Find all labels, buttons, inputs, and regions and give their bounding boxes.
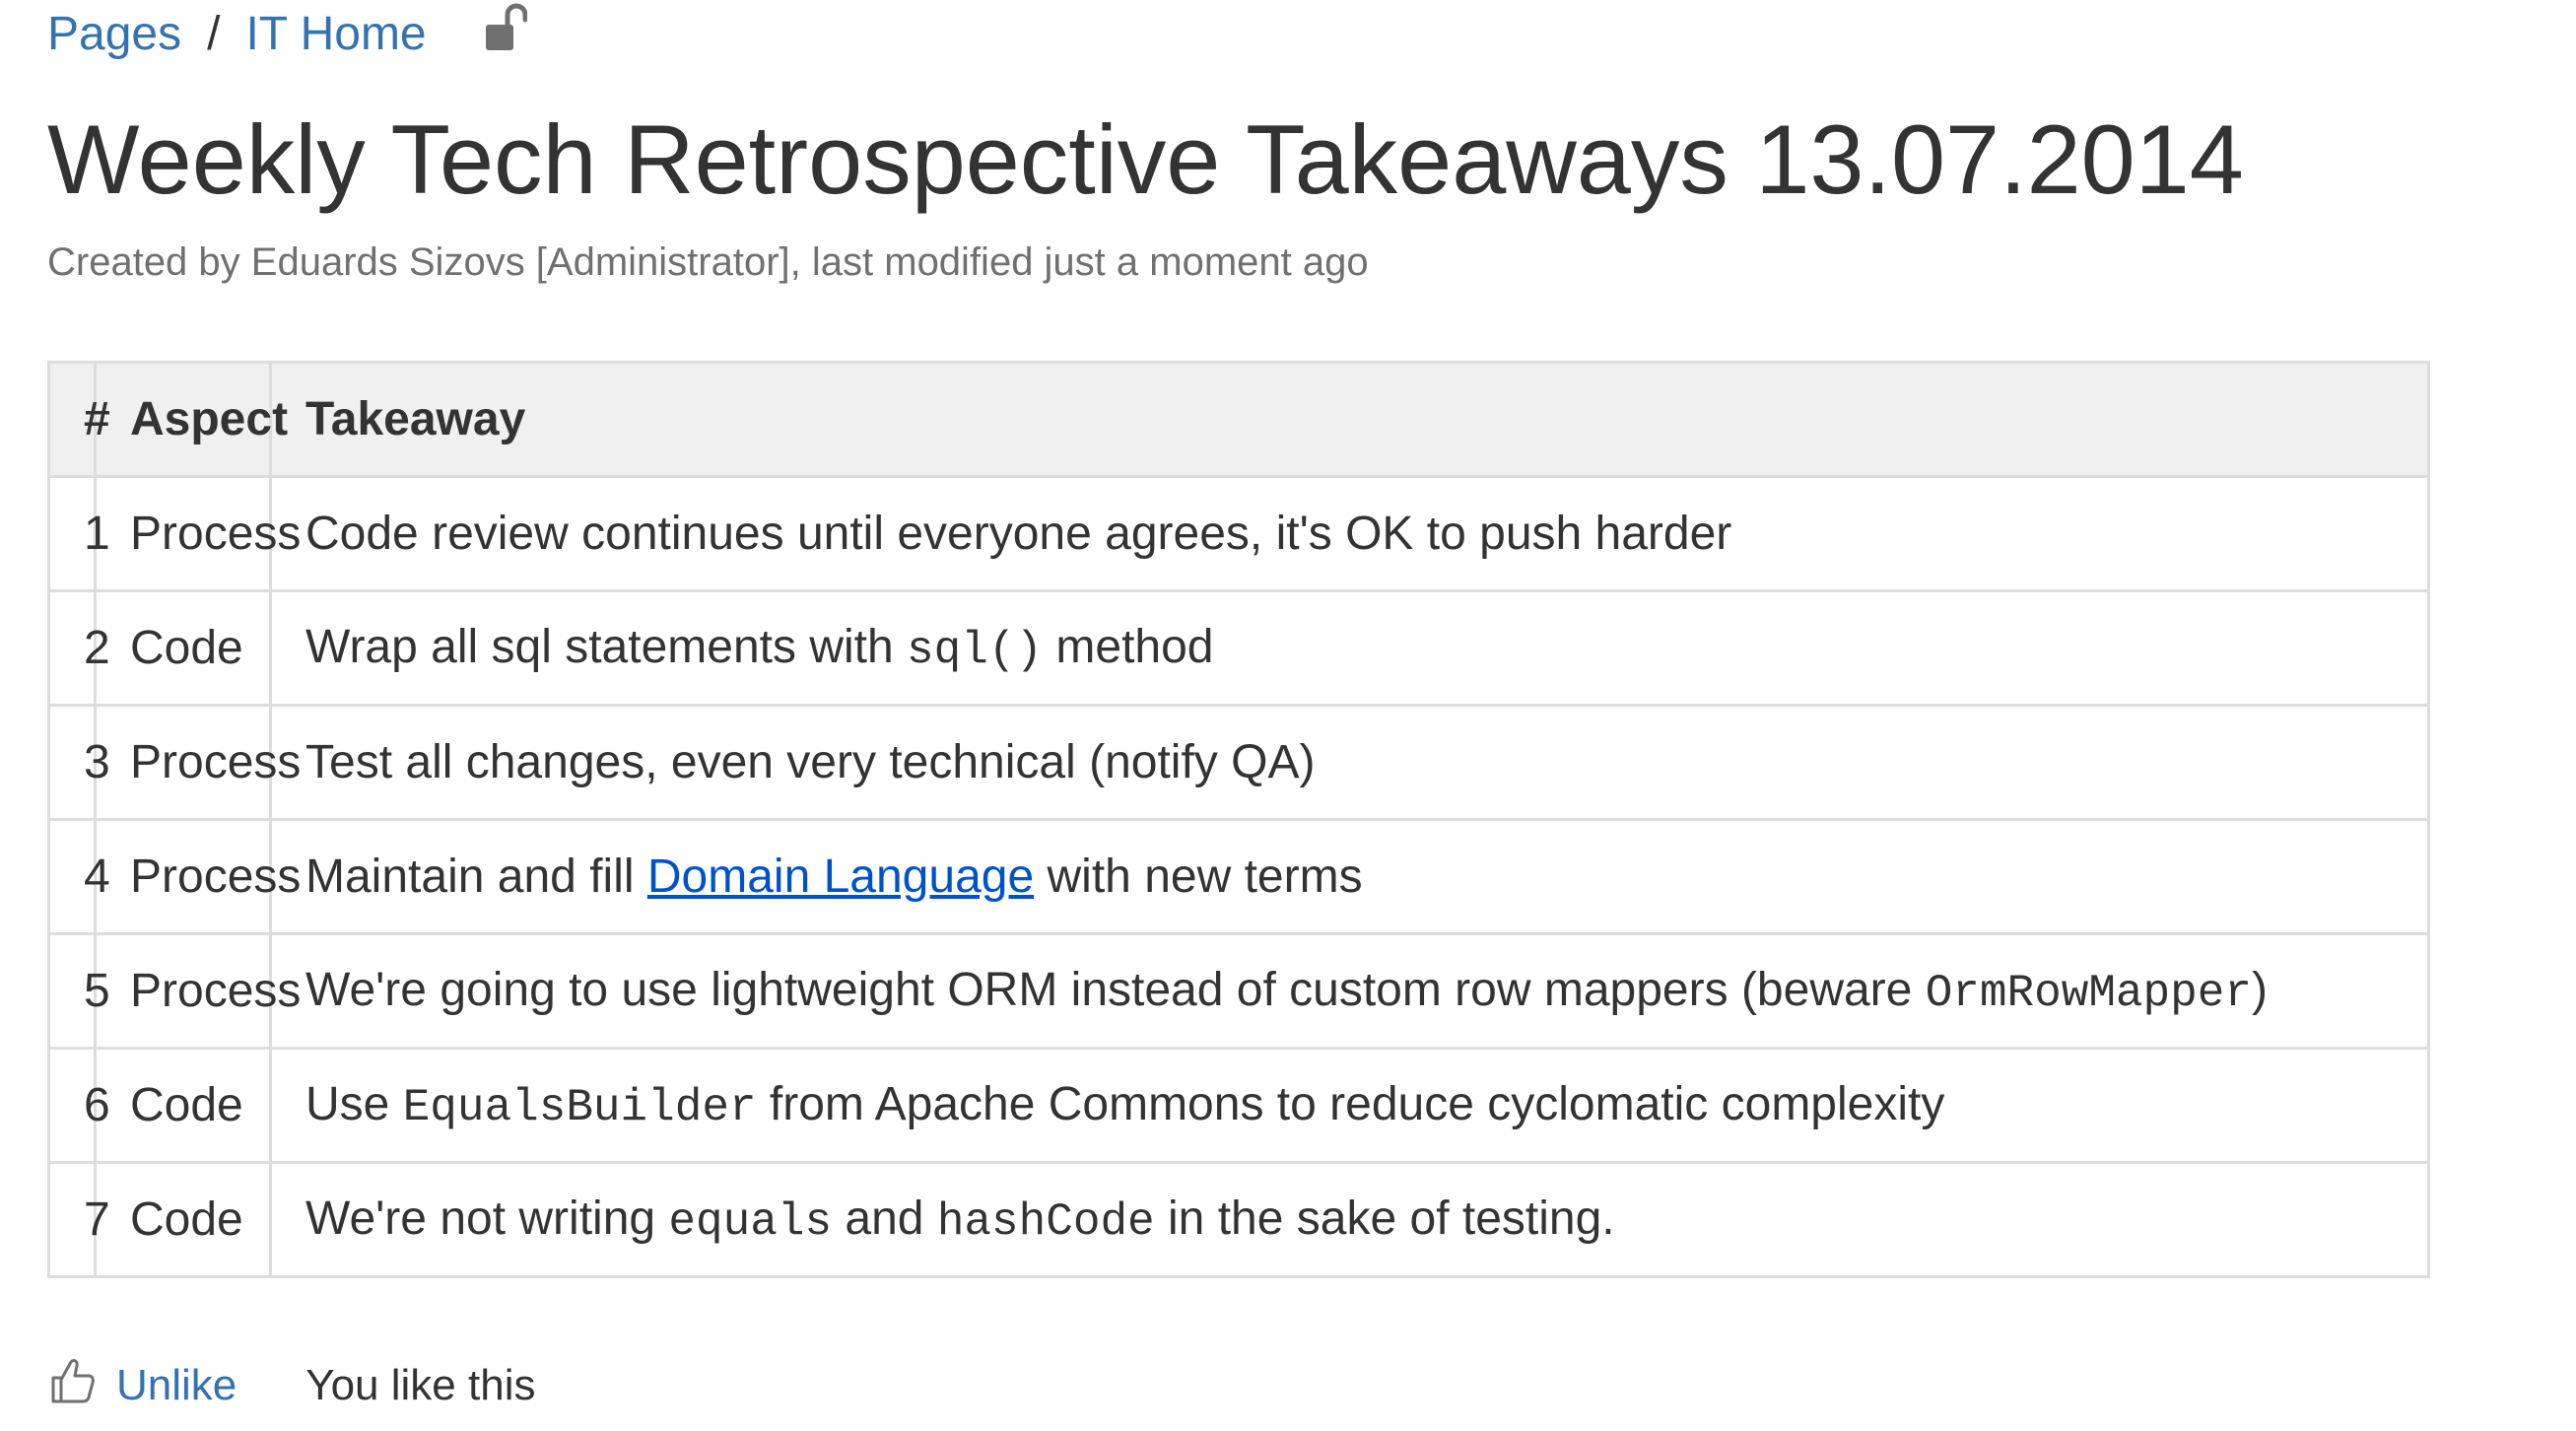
row-aspect: Process [94,704,301,821]
page-title: Weekly Tech Retrospective Takeaways 13.0… [47,104,2244,214]
unlike-button[interactable]: Unlike [116,1361,237,1410]
breadcrumb: Pages / IT Home [47,3,528,63]
like-bar: Unlike You like this [47,1356,535,1415]
domain-language-link[interactable]: Domain Language [647,851,1034,903]
row-takeaway: Use EqualsBuilder from Apache Commons to… [269,1047,2430,1164]
takeaway-text: Test all changes, even very technical (n… [305,736,1316,788]
inline-code: hashCode [936,1196,1155,1248]
meta-prefix: Created by [47,240,251,284]
row-aspect: Code [94,1161,272,1278]
row-takeaway: We're going to use lightweight ORM inste… [269,932,2430,1050]
table-row: 7 Code We're not writing equals and hashCo… [47,1161,2430,1278]
takeaway-text: ) [2251,964,2268,1016]
page-metadata: Created by Eduards Sizovs [Administrator… [47,240,1369,285]
row-aspect: Code [94,589,272,707]
row-takeaway: We're not writing equals and hashCode in… [269,1161,2430,1278]
takeaway-text: Maintain and fill [305,851,647,903]
takeaway-text: method [1043,621,1214,673]
meta-author-link[interactable]: Eduards Sizovs [Administrator] [251,240,790,284]
table-row: 5 Process We're going to use lightweight O… [47,932,2430,1050]
row-aspect: Process [94,932,301,1050]
row-takeaway: Wrap all sql statements with sql() metho… [269,589,2430,707]
header-number: # [47,361,110,478]
takeaway-text: with new terms [1034,851,1363,903]
row-number: 4 [47,818,110,935]
table-header-row: # Aspect Takeaway [47,361,2430,478]
takeaway-text: Code review continues until everyone agr… [305,508,1732,560]
inline-code: OrmRowMapper [1925,968,2252,1019]
takeaways-table: # Aspect Takeaway 1 Process Code review co… [47,361,2430,1278]
unlocked-padlock-icon[interactable] [484,3,528,52]
row-number: 6 [47,1047,110,1164]
takeaway-text: from Apache Commons to reduce cyclomatic… [756,1078,1945,1130]
table-row: 4 Process Maintain and fill Domain Languag… [47,818,2430,935]
row-aspect: Process [94,818,301,935]
row-takeaway: Test all changes, even very technical (n… [269,704,2430,821]
table-body: 1 Process Code review continues until ever… [47,475,2430,1278]
row-number: 1 [47,475,110,592]
table-row: 6 Code Use EqualsBuilder from Apache Commo… [47,1047,2430,1164]
row-aspect: Process [94,475,301,592]
takeaway-text: Use [305,1078,403,1130]
inline-code: sql() [907,625,1044,676]
header-aspect: Aspect [94,361,288,478]
takeaway-text: and [832,1192,937,1245]
row-aspect: Code [94,1047,272,1164]
table-row: 2 Code Wrap all sql statements with sql() … [47,589,2430,707]
row-takeaway: Code review continues until everyone agr… [269,475,2430,592]
row-number: 2 [47,589,110,707]
row-takeaway: Maintain and fill Domain Language with n… [269,818,2430,935]
breadcrumb-it-home-link[interactable]: IT Home [245,7,426,61]
takeaway-text: in the sake of testing. [1154,1192,1615,1245]
takeaway-text: We're going to use lightweight ORM inste… [305,964,1926,1016]
takeaway-text: Wrap all sql statements with [305,621,908,673]
row-number: 5 [47,932,110,1050]
inline-code: EqualsBuilder [402,1082,757,1133]
inline-code: equals [668,1196,833,1248]
table-row: 1 Process Code review continues until ever… [47,475,2430,592]
like-status-text: You like this [305,1361,536,1409]
table-row: 3 Process Test all changes, even very tech… [47,704,2430,821]
row-number: 7 [47,1161,110,1278]
thumbs-up-icon[interactable] [47,1356,116,1416]
header-takeaway: Takeaway [269,361,2430,478]
breadcrumb-separator: / [207,7,221,60]
row-number: 3 [47,704,110,821]
takeaway-text: We're not writing [305,1192,669,1245]
meta-suffix: , last modified just a moment ago [789,240,1369,284]
breadcrumb-pages-link[interactable]: Pages [47,7,181,61]
